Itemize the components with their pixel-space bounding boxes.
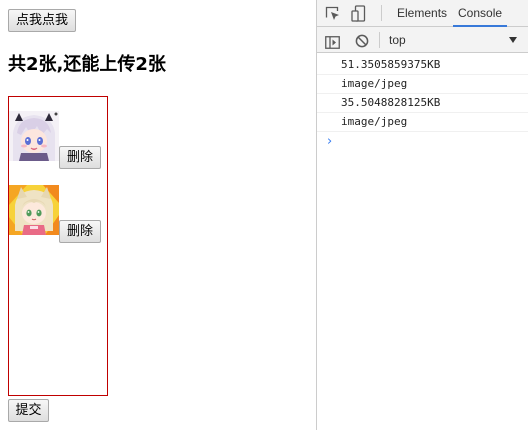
console-message: 51.3505859375KB [317,56,528,75]
inspect-icon[interactable] [325,6,341,26]
submit-button[interactable]: 提交 [8,399,49,422]
console-input[interactable]: › [317,132,528,152]
console-toolbar: top [317,27,528,53]
image-upload-container: 删除 删除 [8,96,108,396]
console-message: image/jpeg [317,75,528,94]
devtools-tab-bar: Elements Console [317,0,528,27]
tab-elements[interactable]: Elements [397,0,447,26]
tab-separator [381,5,382,21]
delete-image-1-button[interactable]: 删除 [59,146,101,169]
console-messages: 51.3505859375KB image/jpeg 35.5048828125… [317,56,528,152]
devtools-panel: Elements Console top 51.3505859375KB ima… [316,0,528,430]
thumbnail-image-2 [9,185,59,235]
prompt-icon: › [327,134,333,149]
thumbnail-image-1 [9,111,59,161]
upload-count-heading: 共2张,还能上传2张 [8,54,166,75]
web-page: 点我点我 共2张,还能上传2张 删除 删除 提交 [0,0,316,430]
dropdown-arrow-icon[interactable] [509,37,517,43]
context-selector[interactable]: top [389,33,406,47]
delete-image-2-button[interactable]: 删除 [59,220,101,243]
toolbar-separator [379,32,380,48]
click-me-button[interactable]: 点我点我 [8,9,76,32]
tab-console[interactable]: Console [453,0,508,27]
device-toolbar-icon[interactable] [351,5,367,27]
console-sidebar-icon[interactable] [325,34,340,53]
console-message: 35.5048828125KB [317,94,528,113]
console-message: image/jpeg [317,113,528,132]
clear-console-icon[interactable] [355,33,369,52]
